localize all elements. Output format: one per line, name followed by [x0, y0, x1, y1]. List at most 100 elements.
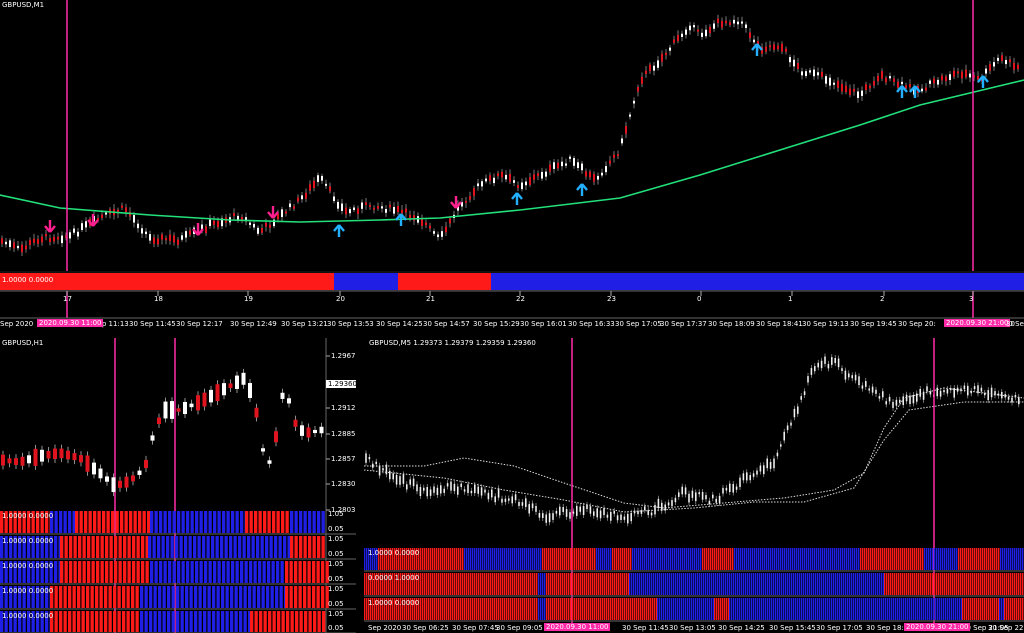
indicator-bar: [444, 598, 446, 620]
indicator-bar: [674, 548, 676, 570]
indicator-bar: [718, 548, 720, 570]
indicator-bar: [990, 573, 992, 595]
indicator-bar: [805, 598, 807, 620]
indicator-bar: [59, 511, 63, 533]
candle-body: [493, 177, 495, 184]
indicator-bar: [825, 598, 827, 620]
indicator-bar: [797, 573, 799, 595]
indicator-bar: [308, 511, 312, 533]
candle-body: [657, 498, 660, 509]
candle-body: [494, 496, 496, 503]
top-chart[interactable]: GBPUSD,M1 1.0000 0.0000 17 18 19 20 21 22 23 0 1…: [0, 0, 1024, 333]
indicator-bar: [251, 536, 255, 558]
indicator-bar: [924, 573, 926, 595]
indicator-bar: [136, 561, 140, 583]
indicator-bar: [759, 573, 761, 595]
time-label: 30 Sep 14:57: [423, 320, 470, 328]
indicator-bar: [199, 511, 203, 533]
indicator-bar: [859, 598, 861, 620]
indicator-scale-low: 0.05: [328, 525, 344, 533]
candle-body: [497, 173, 499, 177]
indicator-bar: [147, 511, 151, 533]
indicator-bar: [468, 573, 470, 595]
right-chart[interactable]: GBPUSD,M5 1.29373 1.29379 1.29359 1.2936…: [364, 338, 1024, 633]
indicator-bar: [692, 548, 694, 570]
indicator-bar: [703, 573, 705, 595]
candle-body: [441, 231, 443, 237]
indicator-bar: [673, 598, 675, 620]
indicator-bar: [689, 573, 691, 595]
indicator-bar: [181, 511, 185, 533]
candle-body: [337, 201, 339, 209]
candle-body: [40, 449, 44, 462]
indicator-bar: [620, 598, 622, 620]
indicator-bar: [832, 548, 834, 570]
indicator-bar: [281, 511, 285, 533]
indicator-bar: [265, 536, 269, 558]
indicator-bar: [654, 598, 656, 620]
indicator-bar: [799, 573, 801, 595]
indicator-bar: [897, 598, 899, 620]
candle-body: [781, 43, 783, 52]
indicator-bar: [894, 548, 896, 570]
candle-body: [833, 82, 835, 85]
indicator-bar: [536, 573, 538, 595]
indicator-bar: [171, 611, 175, 632]
candle-body: [905, 85, 907, 89]
candle-body: [875, 389, 877, 394]
candle-body: [576, 505, 578, 516]
indicator-bar: [980, 573, 982, 595]
indicator-bar: [574, 548, 576, 570]
indicator-bar: [91, 561, 95, 583]
candle-body: [319, 426, 324, 434]
indicator-bar: [221, 586, 225, 608]
ichimoku-cloud-line: [364, 387, 1024, 509]
indicator-bar: [312, 586, 316, 608]
indicator-bar: [420, 598, 422, 620]
indicator-bar: [546, 573, 548, 595]
indicator-bar: [802, 548, 804, 570]
candle-body: [810, 368, 813, 375]
candle-body: [939, 390, 942, 397]
indicator-bar: [685, 598, 687, 620]
indicator-bar: [185, 611, 189, 632]
indicator-bar: [190, 511, 194, 533]
indicator-bar: [614, 573, 616, 595]
indicator-bar: [841, 573, 843, 595]
indicator-bar: [653, 573, 655, 595]
left-chart[interactable]: GBPUSD,H1 1.29671.29391.29121.28851.2857…: [0, 338, 356, 633]
candle-body: [285, 211, 287, 214]
indicator-bar: [530, 548, 532, 570]
candle-body: [837, 358, 840, 368]
indicator-bar: [528, 573, 530, 595]
candle-body: [946, 389, 949, 394]
hour-label: 2: [880, 295, 885, 303]
indicator-bar: [528, 548, 530, 570]
indicator-bar: [988, 548, 990, 570]
indicator-bar: [978, 573, 980, 595]
candle-body: [899, 399, 901, 403]
indicator-label: 1.0000 0.0000: [368, 599, 420, 607]
indicator-bar: [748, 548, 750, 570]
candle-body: [848, 373, 850, 378]
candle-body: [345, 207, 347, 215]
indicator-bar: [498, 548, 500, 570]
time-label: 30 Sep 16:33: [568, 320, 615, 328]
indicator-bar: [566, 548, 568, 570]
indicator-bar: [709, 573, 711, 595]
indicator-bar: [54, 586, 58, 608]
indicator-bar: [972, 598, 974, 620]
indicator-bar: [194, 611, 198, 632]
indicator-bar: [929, 598, 931, 620]
indicator-bar: [769, 573, 771, 595]
indicator-bar: [159, 561, 163, 583]
indicator-bar: [670, 548, 672, 570]
candle-body: [357, 208, 359, 215]
indicator-bar: [454, 573, 456, 595]
indicator-bar: [763, 573, 765, 595]
candle-body: [457, 486, 459, 495]
indicator-bar: [937, 598, 939, 620]
candle-body: [573, 158, 575, 166]
candle-body: [746, 472, 748, 481]
indicator-bar: [149, 611, 153, 632]
